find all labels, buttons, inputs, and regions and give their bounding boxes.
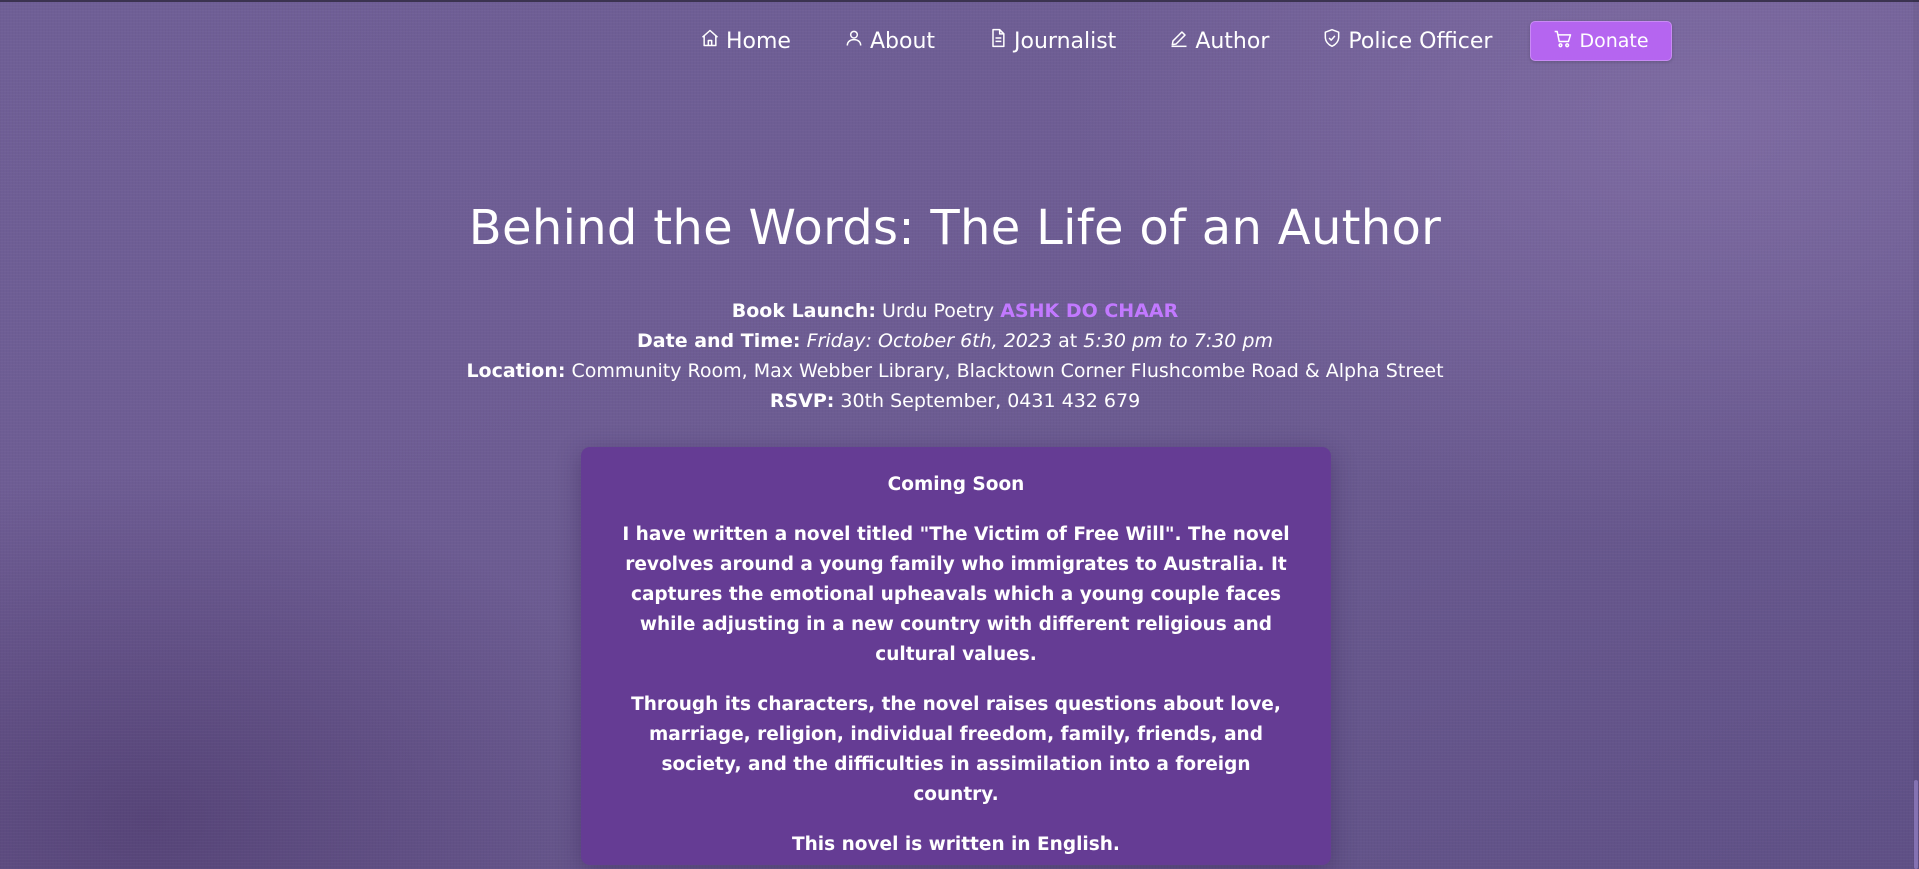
document-icon bbox=[988, 28, 1008, 54]
nav-journalist[interactable]: Journalist bbox=[988, 28, 1116, 54]
pen-icon bbox=[1169, 28, 1189, 54]
card-paragraph: I have written a novel titled "The Victi… bbox=[622, 524, 1290, 665]
event-info: Book Launch: Urdu Poetry ASHK DO CHAAR D… bbox=[0, 296, 1910, 416]
card-paragraph: Through its characters, the novel raises… bbox=[631, 694, 1281, 805]
page-title: Behind the Words: The Life of an Author bbox=[468, 200, 1442, 256]
shield-icon bbox=[1322, 28, 1342, 54]
donate-label: Donate bbox=[1579, 30, 1649, 52]
event-date: Friday: October 6th, 2023 bbox=[806, 330, 1053, 352]
coming-soon-card: Coming Soon I have written a novel title… bbox=[581, 447, 1331, 865]
book-title-highlight: ASHK DO CHAAR bbox=[1000, 300, 1179, 322]
nav-home-label: Home bbox=[726, 28, 791, 54]
datetime-line: Date and Time: Friday: October 6th, 2023… bbox=[0, 326, 1910, 356]
event-time: 5:30 pm to 7:30 pm bbox=[1083, 330, 1273, 352]
main-nav: Home About Journalist Author Police Offi… bbox=[700, 20, 1672, 62]
book-launch-label: Book Launch: bbox=[731, 300, 876, 322]
nav-journalist-label: Journalist bbox=[1014, 28, 1117, 54]
nav-police-officer-label: Police Officer bbox=[1348, 28, 1493, 54]
nav-about[interactable]: About bbox=[844, 28, 935, 54]
home-icon bbox=[700, 28, 720, 54]
cart-icon bbox=[1553, 29, 1573, 54]
top-border bbox=[0, 0, 1919, 2]
datetime-label: Date and Time: bbox=[637, 330, 801, 352]
nav-home[interactable]: Home bbox=[700, 28, 791, 54]
nav-police-officer[interactable]: Police Officer bbox=[1322, 28, 1492, 54]
nav-author-label: Author bbox=[1195, 28, 1270, 54]
card-paragraph: This novel is written in English. bbox=[792, 834, 1120, 855]
event-location: Community Room, Max Webber Library, Blac… bbox=[571, 360, 1444, 382]
user-icon bbox=[844, 28, 864, 54]
nav-about-label: About bbox=[869, 28, 936, 54]
book-launch-text: Urdu Poetry bbox=[882, 300, 995, 322]
rsvp-line: RSVP: 30th September, 0431 432 679 bbox=[0, 386, 1910, 416]
scrollbar-thumb[interactable] bbox=[1914, 780, 1918, 869]
donate-button[interactable]: Donate bbox=[1530, 21, 1672, 61]
rsvp-details: 30th September, 0431 432 679 bbox=[840, 390, 1141, 412]
location-line: Location: Community Room, Max Webber Lib… bbox=[0, 356, 1910, 386]
scrollbar-track[interactable] bbox=[1913, 0, 1919, 869]
rsvp-label: RSVP: bbox=[769, 390, 835, 412]
book-launch-line: Book Launch: Urdu Poetry ASHK DO CHAAR bbox=[0, 296, 1910, 326]
datetime-at: at bbox=[1058, 330, 1078, 352]
nav-author[interactable]: Author bbox=[1169, 28, 1269, 54]
location-label: Location: bbox=[466, 360, 566, 382]
card-heading: Coming Soon bbox=[887, 474, 1025, 495]
